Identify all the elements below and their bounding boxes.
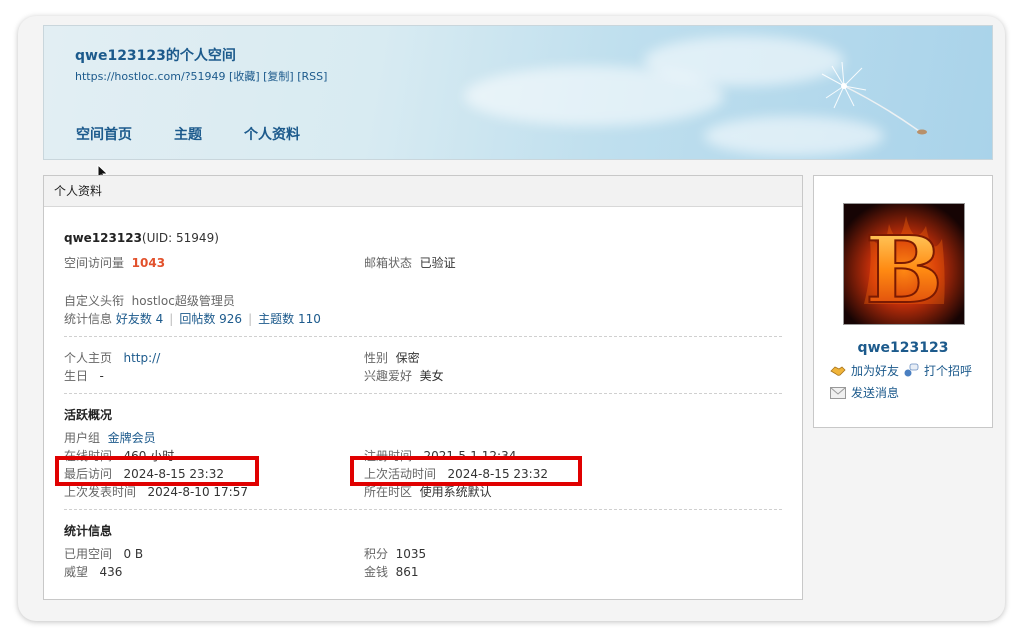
homepage-label: 个人主页 <box>64 351 113 365</box>
avatar[interactable]: B <box>843 203 965 325</box>
stats-heading: 统计信息 <box>64 524 113 538</box>
separator: | <box>169 312 174 326</box>
profile-uid: (UID: 51949) <box>141 231 219 245</box>
space-used-value: 0 B <box>123 547 144 561</box>
space-url-line: https://hostloc.com/?51949 [收藏] [复制] [RS… <box>75 68 327 84</box>
user-card: B qwe123123 加为好友 打个招呼 发送消息 <box>813 175 993 428</box>
space-nav: 空间首页 主题 个人资料 <box>76 124 300 144</box>
greet-label: 打个招呼 <box>924 364 973 378</box>
threads-link[interactable]: 主题数 110 <box>258 312 321 326</box>
separator: | <box>248 312 253 326</box>
activity-heading: 活跃概况 <box>64 408 113 422</box>
space-title: qwe123123的个人空间 <box>75 48 236 64</box>
birthday-line: 生日 - <box>64 367 104 384</box>
greeting-icon <box>904 363 919 376</box>
space-url[interactable]: https://hostloc.com/?51949 <box>75 70 226 83</box>
rss-link[interactable]: [RSS] <box>297 70 327 83</box>
nav-space-home[interactable]: 空间首页 <box>76 124 132 144</box>
group-link[interactable]: 金牌会员 <box>108 431 156 445</box>
avatar-letter: B <box>865 216 943 324</box>
timezone-value: 使用系统默认 <box>419 485 492 499</box>
prestige-line: 威望 436 <box>64 563 122 580</box>
greet-button[interactable]: 打个招呼 <box>903 362 972 379</box>
email-line: 邮箱状态 已验证 <box>364 254 456 271</box>
visits-line: 空间访问量 1043 <box>64 254 165 271</box>
divider <box>64 509 782 510</box>
profile-username: qwe123123 <box>64 231 142 245</box>
profile-panel-title: 个人资料 <box>44 176 802 207</box>
last-post-value: 2024-8-10 17:57 <box>147 485 248 499</box>
highlight-box-last-active <box>350 456 582 486</box>
add-friend-label: 加为好友 <box>851 364 900 378</box>
hobby-value: 美女 <box>419 369 444 383</box>
gender-value: 保密 <box>395 351 420 365</box>
gender-label: 性别 <box>364 351 389 365</box>
browser-window: qwe123123的个人空间 https://hostloc.com/?5194… <box>18 16 1005 621</box>
hobby-label: 兴趣爱好 <box>364 369 413 383</box>
homepage-link[interactable]: http:// <box>123 351 160 365</box>
add-friend-button[interactable]: 加为好友 <box>830 362 899 379</box>
friends-link[interactable]: 好友数 4 <box>116 312 163 326</box>
points-label: 积分 <box>364 547 389 561</box>
dandelion-decoration <box>821 61 927 135</box>
space-used-label: 已用空间 <box>64 547 113 561</box>
replies-link[interactable]: 回帖数 926 <box>179 312 242 326</box>
send-message-label: 发送消息 <box>851 386 900 400</box>
visits-label: 空间访问量 <box>64 256 125 270</box>
hobby-line: 兴趣爱好 美女 <box>364 367 444 384</box>
sidebar-username[interactable]: qwe123123 <box>814 340 992 356</box>
custom-title-line: 自定义头衔 hostloc超级管理员 <box>64 292 235 309</box>
prestige-value: 436 <box>99 565 123 579</box>
profile-panel: 个人资料 qwe123123(UID: 51949) 空间访问量 1043 邮箱… <box>43 175 803 600</box>
handshake-icon <box>830 365 846 376</box>
envelope-icon <box>830 386 846 399</box>
points-line: 积分 1035 <box>364 545 426 562</box>
points-value: 1035 <box>395 547 427 561</box>
nav-threads[interactable]: 主题 <box>174 124 202 144</box>
visits-value: 1043 <box>131 256 166 270</box>
last-post-label: 上次发表时间 <box>64 485 137 499</box>
highlight-box-last-visit <box>55 456 259 486</box>
space-banner: qwe123123的个人空间 https://hostloc.com/?5194… <box>43 25 993 160</box>
fire-letter-avatar-image: B <box>844 204 964 324</box>
prestige-label: 威望 <box>64 565 89 579</box>
homepage-line: 个人主页 http:// <box>64 349 160 366</box>
timezone-label: 所在时区 <box>364 485 413 499</box>
copy-link[interactable]: [复制] <box>263 70 294 83</box>
username-line: qwe123123(UID: 51949) <box>64 231 219 245</box>
money-value: 861 <box>395 565 419 579</box>
email-label: 邮箱状态 <box>364 256 413 270</box>
favorite-link[interactable]: [收藏] <box>229 70 260 83</box>
money-line: 金钱 861 <box>364 563 419 580</box>
stats-label: 统计信息 <box>64 312 113 326</box>
divider <box>64 336 782 337</box>
group-line: 用户组 金牌会员 <box>64 429 156 446</box>
gender-line: 性别 保密 <box>364 349 420 366</box>
send-message-button[interactable]: 发送消息 <box>830 384 899 401</box>
birthday-value: - <box>99 369 104 383</box>
divider <box>64 393 782 394</box>
nav-profile[interactable]: 个人资料 <box>244 124 300 144</box>
group-label: 用户组 <box>64 431 101 445</box>
space-used-line: 已用空间 0 B <box>64 545 143 562</box>
custom-title-value: hostloc超级管理员 <box>131 294 235 308</box>
money-label: 金钱 <box>364 565 389 579</box>
email-value: 已验证 <box>419 256 456 270</box>
birthday-label: 生日 <box>64 369 89 383</box>
stats-line: 统计信息 好友数 4 | 回帖数 926 | 主题数 110 <box>64 310 321 327</box>
custom-title-label: 自定义头衔 <box>64 294 125 308</box>
